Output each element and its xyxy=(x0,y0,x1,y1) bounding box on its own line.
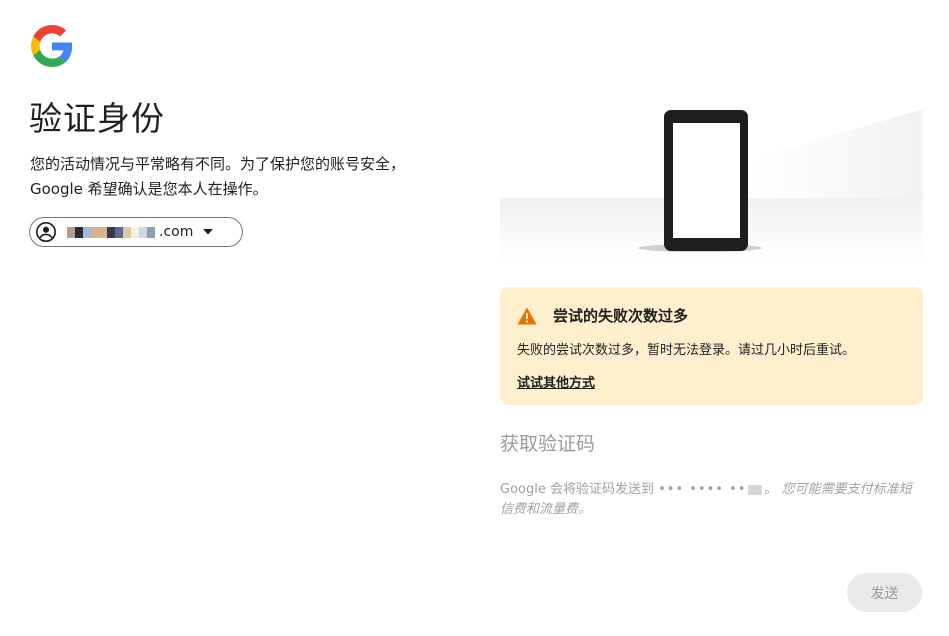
send-button[interactable]: 发送 xyxy=(847,573,922,612)
alert-title: 尝试的失败次数过多 xyxy=(553,307,689,325)
sms-note-suffix: 。 xyxy=(764,482,778,497)
masked-phone-number: ••• •••• •• xyxy=(658,482,747,497)
description-line-1: 您的活动情况与平常略有不同。为了保护您的账号安全， xyxy=(30,155,406,173)
sms-note: Google 会将验证码发送到 ••• •••• ••。 您可能需要支付标准短信… xyxy=(500,480,923,520)
get-code-heading: 获取验证码 xyxy=(500,433,596,455)
account-chooser-chip[interactable]: .com xyxy=(29,217,243,247)
phone-illustration xyxy=(500,109,923,263)
masked-email xyxy=(67,226,155,238)
warning-triangle-icon xyxy=(517,307,537,325)
account-circle-icon xyxy=(36,222,56,242)
masked-phone-blur xyxy=(748,484,763,495)
alert-body: 失败的尝试次数过多，暂时无法登录。请过几小时后重试。 xyxy=(517,343,856,358)
email-domain: .com xyxy=(159,224,194,240)
page-description: 您的活动情况与平常略有不同。为了保护您的账号安全， Google 希望确认是您本… xyxy=(30,152,450,202)
arrow-drop-down-icon xyxy=(203,229,214,235)
too-many-attempts-alert: 尝试的失败次数过多 失败的尝试次数过多，暂时无法登录。请过几小时后重试。 试试其… xyxy=(500,287,923,405)
sms-note-prefix: Google 会将验证码发送到 xyxy=(500,482,654,497)
google-logo-icon xyxy=(31,25,73,67)
description-line-2: Google 希望确认是您本人在操作。 xyxy=(30,180,268,198)
try-another-way-link[interactable]: 试试其他方式 xyxy=(517,372,595,391)
page-title: 验证身份 xyxy=(29,99,165,138)
